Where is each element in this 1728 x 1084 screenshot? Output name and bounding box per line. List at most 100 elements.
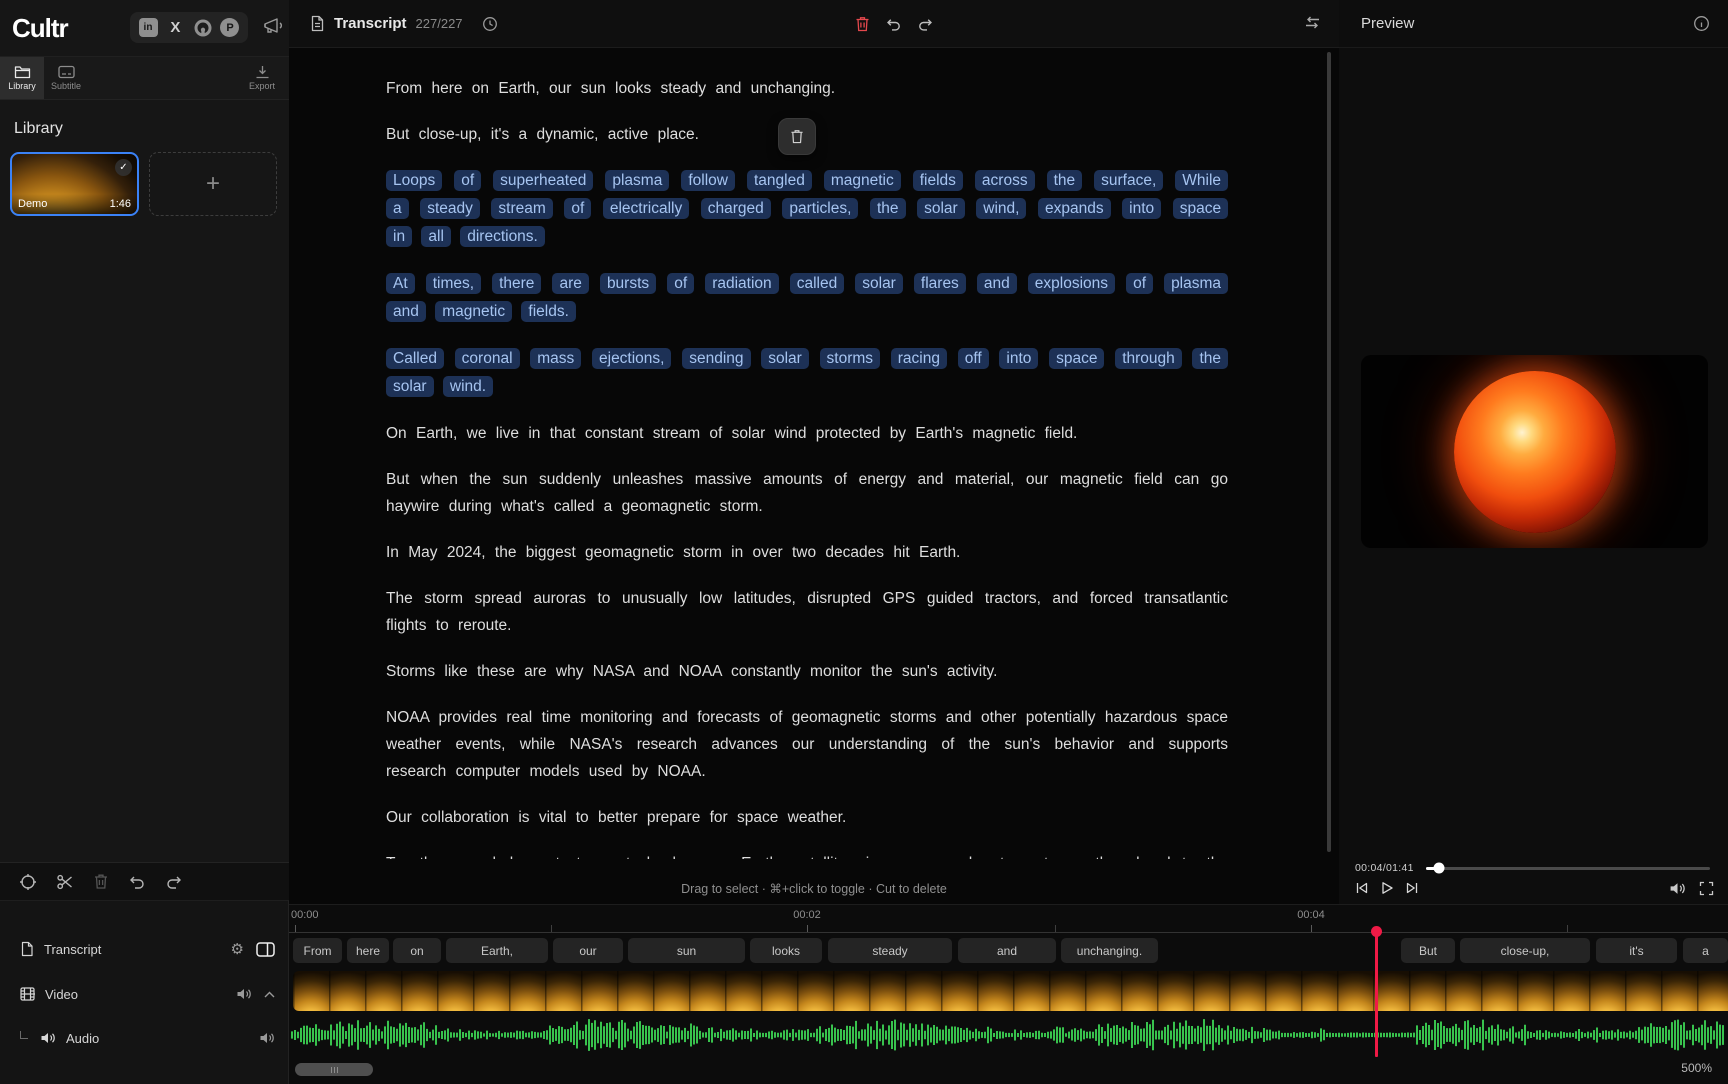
delete-selection-icon[interactable] [855, 16, 870, 32]
speaker-icon[interactable] [236, 987, 252, 1001]
timeline[interactable]: 00:0000:0200:04 FromhereonEarth,oursunlo… [289, 904, 1728, 1084]
selected-word[interactable]: Called [386, 348, 444, 369]
selected-word[interactable]: radiation [705, 273, 778, 294]
timeline-word-chip[interactable]: and [958, 938, 1056, 963]
redo-icon[interactable] [165, 874, 183, 890]
selected-word[interactable]: steady [420, 198, 480, 219]
add-media-button[interactable]: + [149, 152, 277, 216]
selected-word[interactable]: of [1126, 273, 1153, 294]
selected-word[interactable]: storms [820, 348, 881, 369]
selected-word[interactable]: and [977, 273, 1017, 294]
transcript-paragraph[interactable]: Loops of superheated plasma follow tangl… [386, 167, 1228, 251]
seek-thumb[interactable] [1433, 863, 1444, 874]
selected-word[interactable]: surface, [1094, 170, 1163, 191]
selected-word[interactable]: solar [761, 348, 809, 369]
timeline-word-chip[interactable]: close-up, [1460, 938, 1590, 963]
selected-word[interactable]: through [1115, 348, 1182, 369]
selected-word[interactable]: off [958, 348, 989, 369]
audio-waveform-track[interactable] [289, 1017, 1728, 1053]
history-clock-icon[interactable] [482, 16, 498, 32]
skip-forward-icon[interactable] [1405, 881, 1419, 895]
selected-word[interactable]: are [552, 273, 588, 294]
selected-word[interactable]: across [975, 170, 1035, 191]
transcript-paragraph[interactable]: NOAA provides real time monitoring and f… [386, 704, 1228, 785]
timeline-ruler[interactable]: 00:0000:0200:04 [289, 905, 1728, 933]
volume-icon[interactable] [1669, 881, 1686, 896]
track-header-video[interactable]: Video [0, 979, 289, 1009]
fullscreen-icon[interactable] [1699, 881, 1714, 896]
selected-word[interactable]: of [667, 273, 694, 294]
producthunt-icon[interactable]: P [220, 18, 240, 38]
undo-icon[interactable] [128, 874, 146, 890]
timeline-word-chip[interactable]: unchanging. [1061, 938, 1158, 963]
linkedin-icon[interactable]: in [138, 18, 158, 38]
video-filmstrip-track[interactable] [293, 971, 1728, 1011]
selected-word[interactable]: the [1192, 348, 1228, 369]
selected-word[interactable]: solar [917, 198, 965, 219]
timeline-word-chip[interactable]: But [1401, 938, 1455, 963]
selected-word[interactable]: particles, [782, 198, 858, 219]
selected-word[interactable]: ejections, [592, 348, 671, 369]
transcript-paragraph[interactable]: Called coronal mass ejections, sending s… [386, 345, 1228, 401]
selected-word[interactable]: electrically [603, 198, 689, 219]
playhead[interactable] [1375, 932, 1378, 1057]
delete-clip-icon[interactable] [93, 873, 109, 890]
timeline-word-chip[interactable]: it's [1596, 938, 1677, 963]
selected-word[interactable]: in [386, 226, 412, 247]
selected-word[interactable]: While [1175, 170, 1228, 191]
info-icon[interactable] [1693, 15, 1710, 32]
selected-word[interactable]: all [421, 226, 451, 247]
library-clip-demo[interactable]: ✓ Demo 1:46 [10, 152, 139, 216]
seek-slider[interactable] [1426, 867, 1710, 870]
selected-word[interactable]: bursts [600, 273, 656, 294]
selected-word[interactable]: stream [491, 198, 552, 219]
timeline-word-chip[interactable]: looks [750, 938, 822, 963]
transcript-paragraph[interactable]: On Earth, we live in that constant strea… [386, 420, 1228, 447]
transcript-scrollbar[interactable] [1327, 52, 1331, 852]
selected-word[interactable]: of [454, 170, 481, 191]
selected-word[interactable]: sending [682, 348, 750, 369]
timeline-word-chip[interactable]: here [347, 938, 389, 963]
chevron-up-icon[interactable] [264, 991, 275, 998]
selected-word[interactable]: fields. [521, 301, 576, 322]
selected-word[interactable]: the [870, 198, 906, 219]
selected-word[interactable]: space [1049, 348, 1104, 369]
transcript-paragraph[interactable]: Together, we help protect our technology… [386, 850, 1228, 859]
transcript-paragraph[interactable]: In May 2024, the biggest geomagnetic sto… [386, 539, 1228, 566]
transcript-paragraph[interactable]: But when the sun suddenly unleashes mass… [386, 466, 1228, 520]
selected-word[interactable]: directions. [460, 226, 545, 247]
speaker-icon[interactable] [259, 1031, 275, 1045]
selected-word[interactable]: charged [701, 198, 771, 219]
github-icon[interactable] [193, 18, 213, 38]
transcript-paragraph[interactable]: At times, there are bursts of radiation … [386, 270, 1228, 326]
timeline-word-chip[interactable]: sun [628, 938, 745, 963]
tab-library[interactable]: Library [0, 57, 44, 99]
tab-subtitle[interactable]: Subtitle [44, 57, 88, 99]
playhead-handle[interactable] [1371, 926, 1382, 937]
track-header-audio[interactable]: Audio [0, 1023, 289, 1053]
selected-word[interactable]: into [1122, 198, 1161, 219]
scissors-icon[interactable] [56, 873, 74, 891]
floating-delete-button[interactable] [778, 118, 816, 155]
selected-word[interactable]: explosions [1028, 273, 1115, 294]
x-twitter-icon[interactable]: X [165, 18, 185, 38]
timeline-word-chip[interactable]: From [293, 938, 342, 963]
selected-word[interactable]: there [492, 273, 541, 294]
selected-word[interactable]: the [1047, 170, 1083, 191]
timeline-word-chip[interactable]: on [393, 938, 441, 963]
play-button-icon[interactable] [1380, 881, 1394, 895]
export-button[interactable]: Export [237, 57, 287, 99]
selected-word[interactable]: plasma [605, 170, 669, 191]
transcript-paragraph[interactable]: Storms like these are why NASA and NOAA … [386, 658, 1228, 685]
timeline-word-chip[interactable]: steady [828, 938, 952, 963]
redo-icon[interactable] [917, 17, 934, 32]
selected-word[interactable]: space [1173, 198, 1228, 219]
gear-icon[interactable]: ⚙ [231, 940, 244, 958]
timeline-word-chip[interactable]: our [553, 938, 623, 963]
selected-word[interactable]: solar [386, 376, 434, 397]
selected-word[interactable]: Loops [386, 170, 442, 191]
selected-word[interactable]: a [386, 198, 409, 219]
selected-word[interactable]: At [386, 273, 415, 294]
target-icon[interactable] [19, 873, 37, 891]
selected-word[interactable]: wind. [443, 376, 493, 397]
